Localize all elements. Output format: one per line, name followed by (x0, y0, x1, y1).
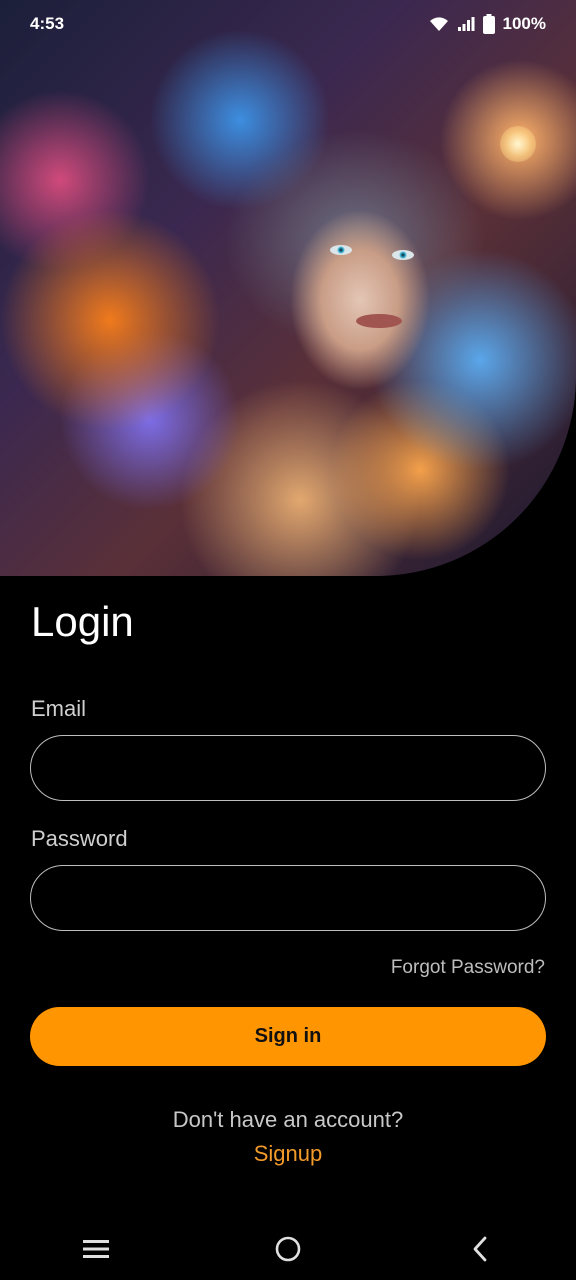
status-bar: 4:53 100% (0, 0, 576, 48)
page-title: Login (31, 598, 134, 645)
battery-percent: 100% (502, 14, 546, 33)
email-field[interactable] (30, 735, 546, 801)
hero-illustration (0, 0, 576, 576)
no-account-text: Don't have an account? (172, 1107, 404, 1132)
back-icon (473, 1236, 487, 1262)
battery-icon (482, 14, 495, 34)
menu-icon (83, 1240, 109, 1258)
status-icons: 100% (429, 14, 546, 34)
sun-glow (500, 126, 536, 162)
menu-button[interactable] (66, 1223, 126, 1275)
home-button[interactable] (258, 1223, 318, 1275)
password-field[interactable] (30, 865, 546, 931)
status-time: 4:53 (30, 14, 65, 33)
left-eye (330, 245, 352, 255)
signal-icon (457, 17, 475, 31)
home-icon (275, 1236, 301, 1262)
wifi-icon (429, 17, 448, 31)
navigation-bar (0, 1218, 576, 1280)
right-eye (392, 250, 414, 260)
forgot-password-link[interactable]: Forgot Password? (391, 957, 545, 979)
back-button[interactable] (450, 1223, 510, 1275)
signup-link[interactable]: Signup (0, 1141, 576, 1167)
password-label: Password (31, 826, 128, 851)
lips (356, 314, 402, 328)
email-label: Email (31, 696, 87, 721)
sign-in-button[interactable]: Sign in (30, 1007, 546, 1066)
